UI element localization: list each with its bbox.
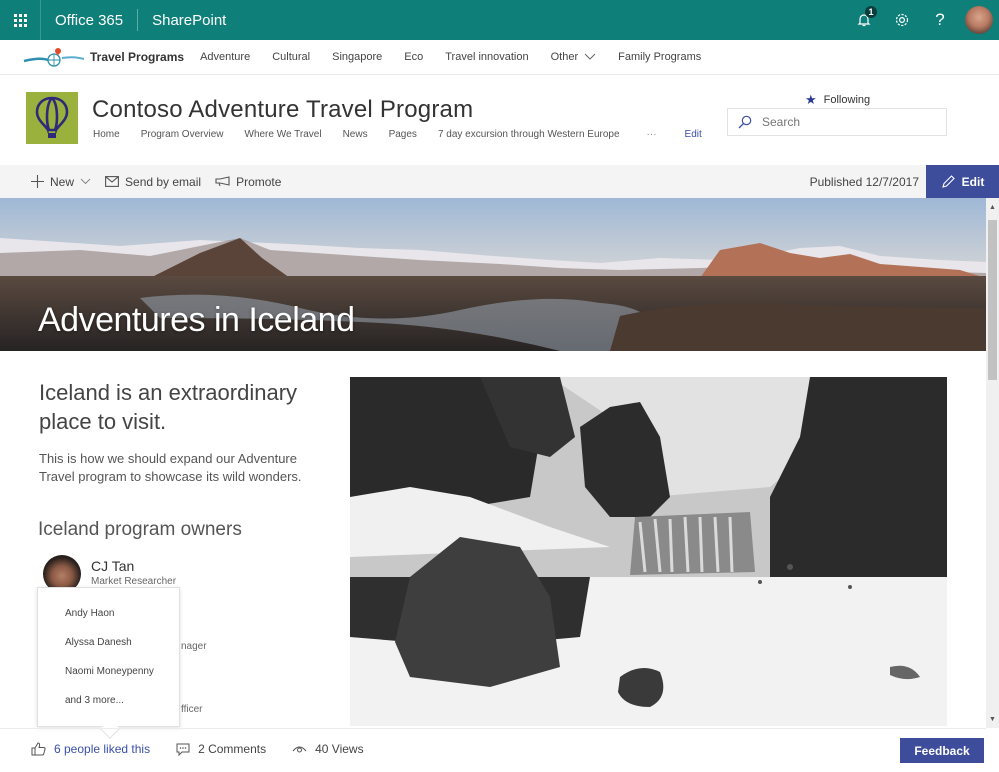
hub-item-travel-innovation[interactable]: Travel innovation [445, 51, 528, 63]
site-nav-edit-link[interactable]: Edit [685, 129, 702, 140]
thumbs-up-icon [31, 742, 46, 756]
edit-label: Edit [961, 174, 985, 189]
site-nav-western-europe[interactable]: 7 day excursion through Western Europe [438, 129, 620, 140]
edit-page-button[interactable]: Edit [926, 165, 999, 198]
site-nav-more[interactable]: ··· [647, 129, 657, 140]
search-icon [738, 115, 752, 129]
chevron-down-icon [80, 178, 91, 185]
chevron-down-icon [584, 53, 596, 60]
intro-heading: Iceland is an extraordinary place to vis… [39, 380, 298, 434]
scroll-up-arrow-icon[interactable]: ▲ [986, 200, 999, 214]
following-label: Following [823, 94, 871, 106]
site-header: Contoso Adventure Travel Program Home Pr… [0, 76, 999, 164]
likes-label[interactable]: 6 people liked this [54, 742, 150, 756]
liker-item[interactable]: Alyssa Danesh [38, 637, 179, 666]
promote-button[interactable]: Promote [215, 175, 281, 189]
hub-item-singapore[interactable]: Singapore [332, 51, 382, 63]
footer-divider [0, 728, 986, 729]
owners-heading: Iceland program owners [38, 519, 242, 540]
waffle-icon [13, 13, 27, 27]
settings-button[interactable] [883, 0, 921, 40]
suite-bar: Office 365 SharePoint 1 ? [0, 0, 999, 40]
feedback-button[interactable]: Feedback [900, 738, 984, 763]
following-button[interactable]: ★ Following [805, 92, 870, 108]
social-bar: 6 people liked this 2 Comments 40 Views [31, 742, 390, 756]
published-date: Published 12/7/2017 [809, 175, 919, 189]
site-navigation: Home Program Overview Where We Travel Ne… [93, 129, 723, 140]
waterfall-photo [350, 377, 947, 726]
site-nav-home[interactable]: Home [93, 129, 120, 140]
likes-button[interactable]: 6 people liked this [31, 742, 150, 756]
star-icon: ★ [805, 92, 817, 107]
iceland-waterfall-image [350, 377, 947, 726]
owner-name: CJ Tan [91, 558, 135, 574]
hub-item-other[interactable]: Other [551, 51, 597, 63]
globe-pin-icon [23, 48, 85, 67]
hero-title: Adventures in Iceland [38, 301, 355, 339]
site-nav-pages[interactable]: Pages [389, 129, 417, 140]
pencil-icon [941, 174, 955, 188]
site-nav-program-overview[interactable]: Program Overview [141, 129, 224, 140]
hub-logo[interactable] [22, 46, 85, 68]
eye-icon [292, 746, 307, 753]
search-box[interactable] [727, 108, 947, 136]
help-button[interactable]: ? [921, 0, 959, 40]
scroll-thumb[interactable] [988, 220, 997, 380]
liker-item[interactable]: Andy Haon [38, 608, 179, 637]
hub-item-eco[interactable]: Eco [404, 51, 423, 63]
promote-label: Promote [236, 174, 282, 189]
hub-item-family-programs[interactable]: Family Programs [618, 51, 701, 63]
owner-role: Market Researcher [91, 576, 177, 587]
plus-icon [31, 175, 44, 188]
mail-icon [105, 176, 119, 187]
search-input[interactable] [762, 115, 932, 129]
comments-label: 2 Comments [198, 742, 267, 756]
gear-icon [895, 13, 909, 27]
site-nav-where-we-travel[interactable]: Where We Travel [245, 129, 322, 140]
megaphone-icon [215, 176, 230, 187]
intro-text: This is how we should expand our Adventu… [39, 451, 302, 484]
hero-banner: Adventures in Iceland [0, 198, 986, 351]
sharepoint-link[interactable]: SharePoint [138, 0, 240, 40]
notifications-button[interactable]: 1 [845, 0, 883, 40]
likes-popup: Andy Haon Alyssa Danesh Naomi Moneypenny… [37, 587, 180, 727]
scroll-down-arrow-icon[interactable]: ▼ [986, 712, 999, 726]
hub-item-adventure[interactable]: Adventure [200, 51, 250, 63]
new-button[interactable]: New [31, 175, 91, 189]
hub-item-cultural[interactable]: Cultural [272, 51, 310, 63]
comments-button[interactable]: 2 Comments [176, 742, 266, 756]
views-label: 40 Views [315, 742, 364, 756]
send-by-email-button[interactable]: Send by email [105, 175, 201, 189]
owner-role-partial: nager [181, 641, 207, 652]
liker-item[interactable]: Naomi Moneypenny [38, 666, 179, 695]
profile-avatar[interactable] [965, 6, 993, 34]
hub-item-other-label: Other [550, 51, 579, 63]
owner-role-partial: fficer [181, 704, 203, 715]
hub-navigation: Travel Programs Adventure Cultural Singa… [0, 40, 999, 75]
comment-icon [176, 743, 190, 756]
command-bar: New Send by email Promote Published 12/7… [0, 165, 999, 198]
office365-link[interactable]: Office 365 [41, 0, 137, 40]
send-by-email-label: Send by email [125, 174, 202, 189]
hub-title[interactable]: Travel Programs [90, 50, 184, 64]
notification-badge: 1 [865, 6, 877, 18]
page-scrollbar[interactable]: ▲ ▼ [986, 198, 999, 728]
question-icon: ? [935, 10, 945, 29]
site-title: Contoso Adventure Travel Program [92, 96, 474, 123]
views-count: 40 Views [292, 742, 364, 756]
hot-air-balloon-icon [35, 96, 69, 138]
new-label: New [50, 174, 75, 189]
site-logo[interactable] [26, 92, 78, 144]
app-launcher-button[interactable] [0, 0, 41, 40]
site-nav-news[interactable]: News [343, 129, 368, 140]
